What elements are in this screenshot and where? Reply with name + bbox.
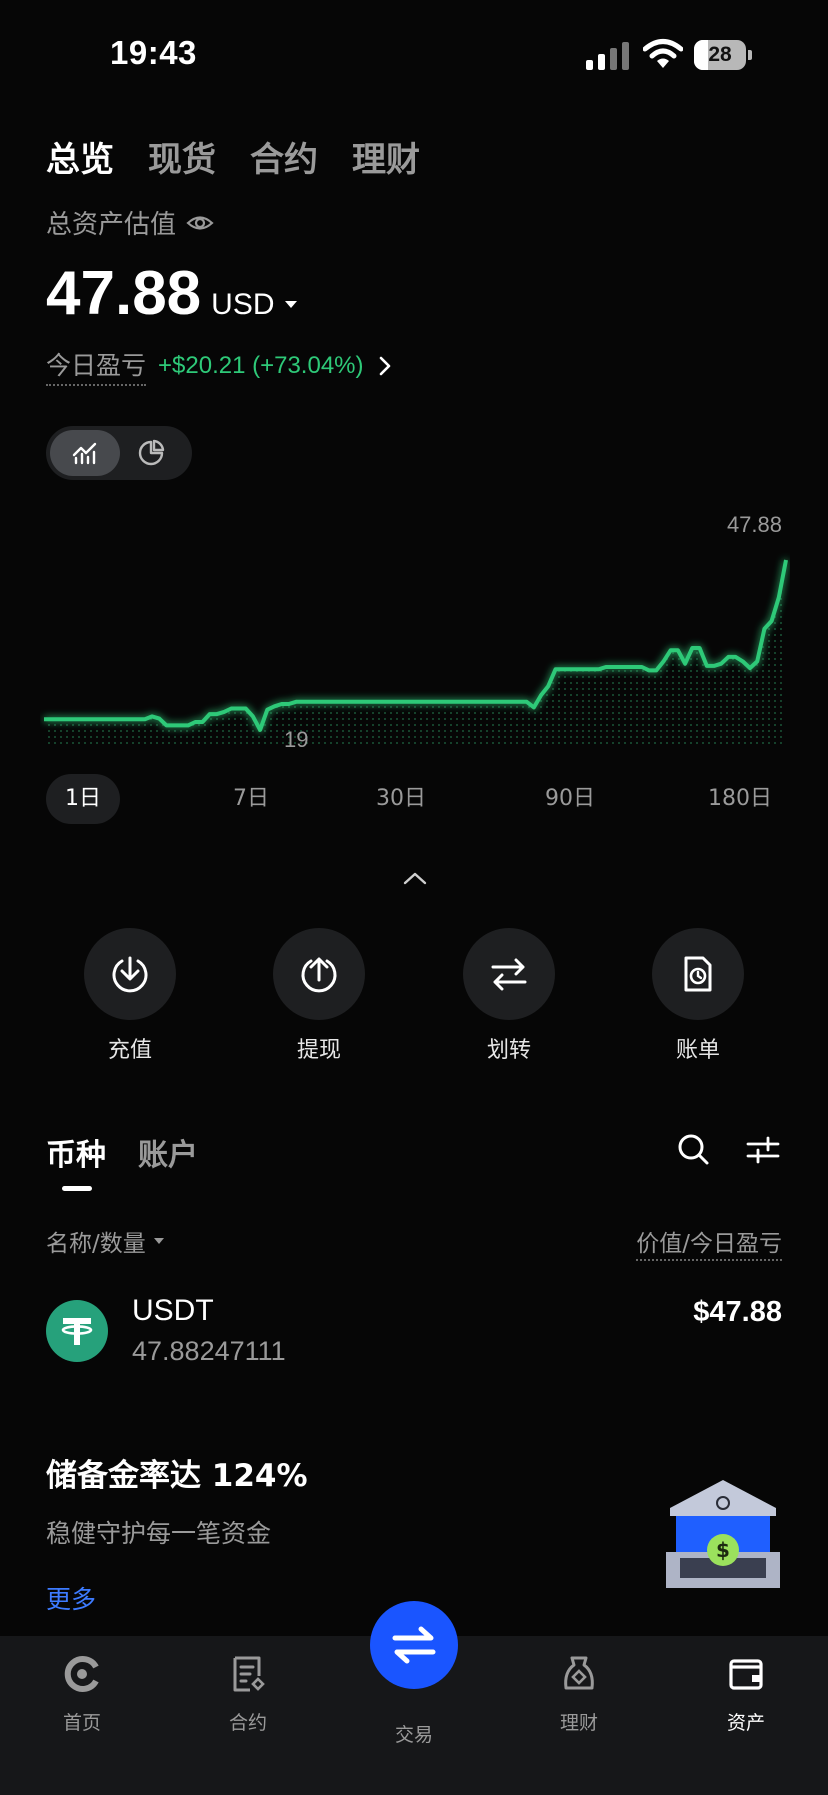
pie-chart-toggle[interactable]	[116, 430, 186, 476]
coin-row[interactable]: USDT 47.88247111 $47.88	[0, 1290, 828, 1390]
tab-account[interactable]: 账户	[138, 1130, 198, 1174]
nav-home[interactable]: 首页	[22, 1636, 142, 1735]
transfer-icon	[491, 958, 527, 991]
deposit-icon	[112, 956, 148, 993]
sort-by-name[interactable]: 名称/数量	[46, 1224, 164, 1258]
usdt-logo-icon	[46, 1300, 108, 1362]
search-icon[interactable]	[676, 1132, 710, 1166]
svg-text:$: $	[716, 1538, 730, 1562]
range-30d[interactable]: 30日	[366, 774, 436, 824]
nav-earn[interactable]: 理财	[519, 1636, 639, 1735]
today-pnl-row[interactable]: 今日盈亏 +$20.21 (+73.04%)	[46, 346, 392, 386]
nav-trade-label: 交易	[394, 1724, 433, 1746]
quick-actions: 充值 提现 划转 账单	[0, 928, 828, 1068]
tab-futures[interactable]: 合约	[250, 132, 318, 181]
total-asset-label-row: 总资产估值	[46, 204, 214, 241]
chevron-right-icon[interactable]	[378, 355, 392, 377]
trade-button[interactable]	[370, 1601, 458, 1689]
line-chart-toggle[interactable]	[50, 430, 120, 476]
nav-earn-label: 理财	[559, 1712, 598, 1734]
line-chart-icon	[72, 442, 97, 465]
nav-contract[interactable]: 合约	[188, 1636, 308, 1735]
reserve-ratio-subtitle: 稳健守护每一笔资金	[46, 1519, 272, 1548]
tab-overview[interactable]: 总览	[46, 132, 114, 181]
battery-level: 28	[708, 43, 732, 66]
coin-name: USDT	[132, 1294, 214, 1327]
withdraw-label: 提现	[296, 1038, 341, 1063]
active-tab-indicator	[62, 1186, 92, 1191]
swap-arrows-icon	[392, 1626, 436, 1664]
nav-assets-label: 资产	[726, 1712, 765, 1734]
bill-label: 账单	[675, 1038, 720, 1063]
status-time: 19:43	[110, 34, 197, 71]
top-tabs: 总览 现货 合约 理财	[46, 132, 420, 181]
asset-section-tabs: 币种 账户	[46, 1130, 198, 1174]
range-90d[interactable]: 90日	[530, 774, 610, 824]
tab-spot[interactable]: 现货	[148, 132, 216, 181]
bill-icon	[684, 956, 712, 992]
total-asset-value: 47.88 USD	[46, 258, 297, 329]
chart-type-toggle	[46, 426, 192, 480]
more-link[interactable]: 更多	[46, 1580, 96, 1616]
filter-icon[interactable]	[746, 1134, 780, 1166]
tab-earn[interactable]: 理财	[352, 132, 420, 181]
total-asset-label: 总资产估值	[46, 210, 177, 240]
chart-min-label: 19	[284, 727, 309, 752]
cellular-signal-icon	[586, 42, 629, 70]
transfer-label: 划转	[486, 1038, 531, 1063]
tab-currency[interactable]: 币种	[46, 1130, 106, 1174]
withdraw-icon	[301, 957, 337, 993]
coin-value: $47.88	[693, 1296, 782, 1328]
assets-icon	[729, 1659, 763, 1690]
caret-down-icon[interactable]	[284, 301, 297, 308]
today-pnl-value: +$20.21 (+73.04%)	[158, 352, 364, 379]
nav-home-label: 首页	[62, 1712, 101, 1734]
deposit-button[interactable]: 充值	[60, 928, 200, 1064]
asset-line-chart	[44, 559, 788, 744]
range-7d[interactable]: 7日	[216, 774, 286, 824]
pie-chart-icon	[138, 439, 165, 466]
battery-indicator: 28	[694, 40, 752, 70]
deposit-label: 充值	[107, 1038, 152, 1063]
time-range-selector: 1日 7日 30日 90日 180日	[46, 774, 786, 824]
currency-selector[interactable]: USD	[211, 288, 274, 322]
wifi-icon	[643, 39, 683, 68]
nav-contract-label: 合约	[228, 1712, 267, 1734]
range-180d[interactable]: 180日	[694, 774, 786, 824]
bank-vault-icon: $	[666, 1480, 780, 1588]
column-name-quantity: 名称/数量	[46, 1231, 146, 1257]
transfer-button[interactable]: 划转	[439, 928, 579, 1064]
coin-quantity: 47.88247111	[132, 1336, 286, 1366]
nav-assets[interactable]: 资产	[686, 1636, 806, 1735]
reserve-ratio-title: 储备金率达 124%	[46, 1458, 308, 1494]
bill-button[interactable]: 账单	[628, 928, 768, 1064]
home-icon	[64, 1656, 99, 1692]
today-pnl-label: 今日盈亏	[46, 346, 147, 386]
range-1d[interactable]: 1日	[46, 774, 120, 824]
earn-icon	[564, 1656, 594, 1690]
withdraw-button[interactable]: 提现	[249, 928, 389, 1064]
sort-caret-icon	[153, 1238, 164, 1244]
column-value-pnl[interactable]: 价值/今日盈亏	[636, 1224, 782, 1261]
asset-amount: 47.88	[46, 259, 202, 328]
contract-icon	[233, 1656, 265, 1692]
eye-icon[interactable]	[186, 212, 214, 234]
chevron-up-icon[interactable]	[402, 870, 428, 886]
